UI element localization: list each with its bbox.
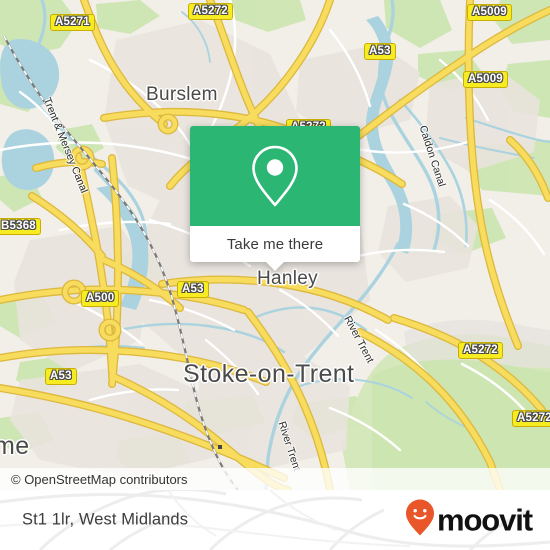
place-label-partial-lyme: me (0, 432, 30, 460)
road-shield-a53-c: A53 (177, 281, 209, 298)
place-label-hanley: Hanley (257, 268, 318, 289)
map-attribution-bar: © OpenStreetMap contributors (0, 468, 550, 490)
moovit-wordmark: moovit (436, 502, 533, 538)
road-shield-a5272-se2: A5272 (512, 410, 550, 427)
road-shield-a5009-n: A5009 (467, 4, 512, 21)
road-shield-a500: A500 (81, 290, 120, 307)
popup-action-bar[interactable]: Take me there (190, 226, 360, 271)
osm-attribution-text[interactable]: © OpenStreetMap contributors (0, 472, 188, 487)
road-shield-a5272-se1: A5272 (458, 342, 503, 359)
destination-popup-card[interactable]: Take me there (190, 126, 360, 271)
road-shield-a53-sw: A53 (45, 368, 77, 385)
take-me-there-label: Take me there (226, 235, 324, 253)
moovit-logo[interactable]: moovit (405, 499, 533, 542)
moovit-map-screenshot: A5271 A5272 A53 A5009 A5009 A5272 B5368 … (0, 0, 550, 550)
place-label-burslem: Burslem (146, 84, 218, 105)
place-label-stoke-on-trent: Stoke-on-Trent (183, 360, 355, 388)
road-shield-a5272-n: A5272 (188, 3, 233, 20)
moovit-pin-icon (405, 499, 435, 542)
footer-bar: St1 1lr, West Midlands moovit (0, 490, 550, 550)
popup-header (190, 126, 360, 226)
road-shield-a5271: A5271 (50, 14, 95, 31)
road-shield-a5009-s: A5009 (463, 71, 508, 88)
location-pin-icon (250, 144, 300, 208)
map-canvas[interactable]: A5271 A5272 A53 A5009 A5009 A5272 B5368 … (0, 0, 550, 490)
popup-pointer-tail (265, 261, 285, 271)
road-shield-a53-ne: A53 (364, 43, 396, 60)
road-shield-b5368: B5368 (0, 218, 41, 235)
footer-address-text: St1 1lr, West Midlands (22, 510, 189, 529)
